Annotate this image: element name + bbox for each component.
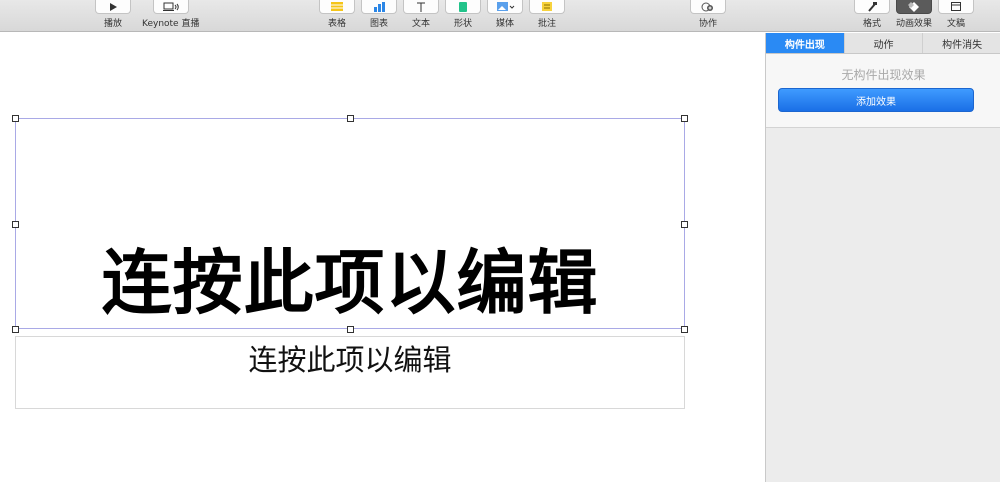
toolbar: 播放 Keynote 直播 表格 图表 文本 形状 媒体 批注 协作 格式 动画… [0, 0, 1000, 32]
tab-build-in[interactable]: 构件出现 [766, 33, 844, 53]
build-in-section: 无构件出现效果 添加效果 [766, 54, 1000, 128]
shape-icon [445, 0, 481, 14]
format-label: 格式 [862, 19, 881, 29]
table-button[interactable]: 表格 [319, 0, 355, 29]
chart-icon [361, 0, 397, 14]
text-insert-icon [403, 0, 439, 14]
document-icon [938, 0, 974, 14]
resize-handle[interactable] [12, 115, 19, 122]
media-icon [487, 0, 523, 14]
resize-handle[interactable] [12, 326, 19, 333]
text-button[interactable]: 文本 [403, 0, 439, 29]
comment-label: 批注 [537, 19, 556, 29]
add-effect-button[interactable]: 添加效果 [778, 88, 974, 112]
broadcast-icon [152, 0, 189, 14]
animate-inspector-panel: 构件出现 动作 构件消失 无构件出现效果 添加效果 [765, 33, 1000, 482]
keynote-live-label: Keynote 直播 [142, 19, 200, 29]
title-placeholder-text[interactable]: 连按此项以编辑 [16, 248, 684, 318]
animate-button[interactable]: 动画效果 [896, 0, 932, 29]
subtitle-text-box[interactable]: 连按此项以编辑 [15, 336, 685, 409]
slide-canvas[interactable]: 连按此项以编辑 连按此项以编辑 [0, 33, 765, 482]
media-button[interactable]: 媒体 [487, 0, 523, 29]
shape-label: 形状 [453, 19, 472, 29]
resize-handle[interactable] [347, 326, 354, 333]
resize-handle[interactable] [347, 115, 354, 122]
media-label: 媒体 [495, 19, 514, 29]
tab-action[interactable]: 动作 [843, 33, 923, 53]
play-label: 播放 [103, 19, 122, 29]
play-icon [95, 0, 131, 14]
collaborate-label: 协作 [698, 19, 717, 29]
format-button[interactable]: 格式 [854, 0, 890, 29]
document-label: 文稿 [946, 19, 965, 29]
comment-button[interactable]: 批注 [529, 0, 565, 29]
collaborate-icon [690, 0, 726, 14]
subtitle-placeholder-text[interactable]: 连按此项以编辑 [16, 343, 684, 378]
animate-diamond-icon [896, 0, 932, 14]
text-label: 文本 [411, 19, 430, 29]
title-text-box[interactable]: 连按此项以编辑 [12, 115, 688, 333]
resize-handle[interactable] [681, 221, 688, 228]
paintbrush-icon [854, 0, 890, 14]
table-icon [319, 0, 355, 14]
comment-icon [529, 0, 565, 14]
play-button[interactable]: 播放 [95, 0, 131, 29]
resize-handle[interactable] [681, 326, 688, 333]
animate-tabs: 构件出现 动作 构件消失 [766, 33, 1000, 54]
table-label: 表格 [327, 19, 346, 29]
chart-label: 图表 [369, 19, 388, 29]
animate-label: 动画效果 [896, 19, 933, 29]
chart-button[interactable]: 图表 [361, 0, 397, 29]
document-button[interactable]: 文稿 [938, 0, 974, 29]
resize-handle[interactable] [12, 221, 19, 228]
keynote-live-button[interactable]: Keynote 直播 [142, 0, 199, 29]
no-build-in-message: 无构件出现效果 [841, 68, 926, 82]
tab-build-out[interactable]: 构件消失 [922, 33, 1000, 53]
collaborate-button[interactable]: 协作 [690, 0, 726, 29]
resize-handle[interactable] [681, 115, 688, 122]
shape-button[interactable]: 形状 [445, 0, 481, 29]
